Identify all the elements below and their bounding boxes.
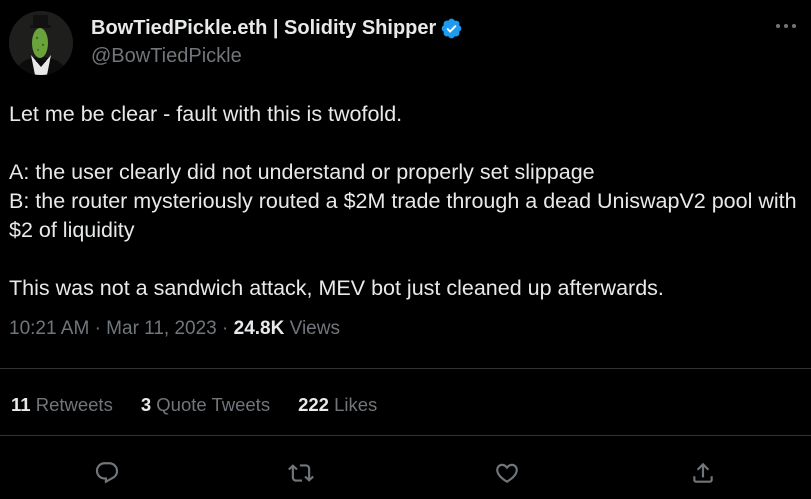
more-horizontal-icon[interactable]: [771, 14, 801, 38]
retweet-icon[interactable]: [283, 455, 319, 491]
author-handle[interactable]: @BowTiedPickle: [91, 45, 463, 68]
tweet-date[interactable]: Mar 11, 2023: [106, 318, 217, 339]
likes-stat[interactable]: 222 Likes: [298, 394, 377, 416]
tweet-line-1: Let me be clear - fault with this is two…: [9, 102, 403, 126]
quotes-count: 3: [140, 394, 152, 415]
quotes-stat[interactable]: 3 Quote Tweets: [141, 394, 270, 416]
views-count: 24.8K: [233, 318, 285, 339]
tweet-line-2: A: the user clearly did not understand o…: [9, 160, 595, 184]
tweet-line-3: B: the router mysteriously routed a $2M …: [9, 189, 797, 242]
views-label: Views: [289, 318, 340, 339]
tweet-header: BowTiedPickle.eth | Solidity Shipper @Bo…: [9, 11, 463, 81]
author-display-name[interactable]: BowTiedPickle.eth | Solidity Shipper: [91, 17, 436, 40]
pickle-avatar-image: [9, 11, 73, 75]
tweet-meta: 10:21 AM · Mar 11, 2023 · 24.8K Views: [9, 318, 340, 340]
retweets-label: Retweets: [35, 394, 113, 415]
tweet-time[interactable]: 10:21 AM: [9, 318, 89, 339]
tweet-line-4: This was not a sandwich attack, MEV bot …: [9, 276, 664, 300]
likes-count: 222: [298, 394, 329, 415]
retweets-count: 11: [11, 394, 31, 415]
tweet-text: Let me be clear - fault with this is two…: [9, 100, 804, 303]
quotes-label: Quote Tweets: [156, 394, 271, 415]
retweets-stat[interactable]: 11 Retweets: [11, 394, 113, 416]
share-icon[interactable]: [685, 455, 721, 491]
likes-label: Likes: [334, 394, 378, 415]
verified-badge-icon: [440, 17, 463, 40]
like-icon[interactable]: [489, 455, 525, 491]
reply-icon[interactable]: [89, 455, 125, 491]
avatar[interactable]: [9, 11, 73, 75]
divider: [0, 368, 811, 369]
divider: [0, 435, 811, 436]
tweet-actions: [0, 455, 811, 491]
tweet-stats: 11 Retweets 3 Quote Tweets 222 Likes: [11, 394, 405, 416]
meta-separator: ·: [222, 318, 234, 339]
meta-separator: ·: [94, 318, 107, 339]
